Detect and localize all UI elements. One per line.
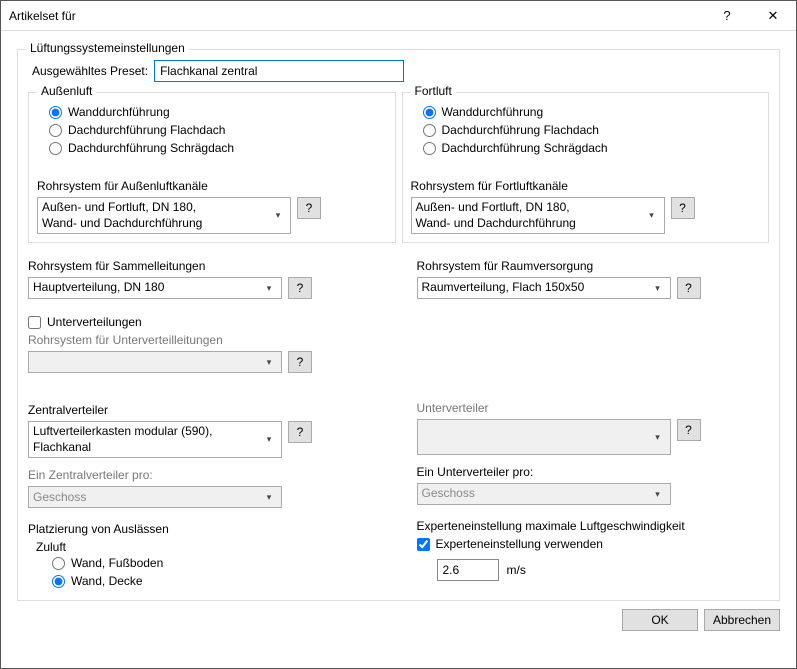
untervert-help[interactable]: ? [677,419,701,441]
zuluft-radio-1[interactable] [52,557,65,570]
chevron-down-icon: ▾ [261,357,277,368]
zuluft-opt-fussboden[interactable]: Wand, Fußboden [28,554,381,572]
chevron-down-icon: ▾ [650,432,666,443]
platz-title: Platzierung von Auslässen [28,522,381,536]
untervert-per-combo: Geschoss ▾ [417,483,671,505]
aussenluft-group: Außenluft Wanddurchführung Dachdurchführ… [28,92,396,243]
untervert-combo: ▾ [417,419,671,455]
aussenluft-opt-wand[interactable]: Wanddurchführung [37,103,387,121]
raum-label: Rohrsystem für Raumversorgung [417,259,770,273]
titlebar: Artikelset für ? ✕ [1,1,796,31]
dialog-content: Lüftungssystemeinstellungen Ausgewähltes… [1,31,796,639]
unterv-pipe-combo: ▾ [28,351,282,373]
chevron-down-icon: ▾ [261,492,277,503]
sammel-help[interactable]: ? [288,277,312,299]
fortluft-pipe-help[interactable]: ? [671,197,695,219]
unterv-pipe-help[interactable]: ? [288,351,312,373]
expert-unit: m/s [507,563,526,577]
sammel-combo[interactable]: Hauptverteilung, DN 180 ▾ [28,277,282,299]
chevron-down-icon: ▾ [650,489,666,500]
fortluft-pipe-label: Rohrsystem für Fortluftkanäle [411,179,761,193]
aussenluft-radio-1[interactable] [49,106,62,119]
expert-title: Experteneinstellung maximale Luftgeschwi… [417,519,770,533]
fortluft-label: Fortluft [411,84,456,98]
fortluft-opt-flach[interactable]: Dachdurchführung Flachdach [411,121,761,139]
zentral-per-combo: Geschoss ▾ [28,486,282,508]
close-button[interactable]: ✕ [750,1,796,31]
expert-check[interactable]: Experteneinstellung verwenden [417,537,770,551]
unterv-pipe-label: Rohrsystem für Unterverteilleitungen [28,333,381,347]
expert-value-input[interactable] [437,559,499,581]
aussenluft-label: Außenluft [37,84,96,98]
zuluft-opt-decke[interactable]: Wand, Decke [28,572,381,590]
zentral-combo[interactable]: Luftverteilerkasten modular (590), Flach… [28,421,282,458]
settings-group: Lüftungssystemeinstellungen Ausgewähltes… [17,49,780,601]
help-titlebar-button[interactable]: ? [704,1,750,31]
untervert-label: Unterverteiler [417,401,770,415]
aussenluft-opt-schraeg[interactable]: Dachdurchführung Schrägdach [37,139,387,157]
zentral-help[interactable]: ? [288,421,312,443]
preset-input[interactable] [154,60,404,82]
unterverteilungen-checkbox[interactable] [28,316,41,329]
ok-button[interactable]: OK [622,609,698,631]
aussenluft-pipe-label: Rohrsystem für Außenluftkanäle [37,179,387,193]
chevron-down-icon: ▾ [261,283,277,294]
aussenluft-radio-3[interactable] [49,142,62,155]
fortluft-group: Fortluft Wanddurchführung Dachdurchführu… [402,92,770,243]
unterverteilungen-check[interactable]: Unterverteilungen [28,315,381,329]
fortluft-pipe-combo[interactable]: Außen- und Fortluft, DN 180, Wand- und D… [411,197,665,234]
aussenluft-pipe-help[interactable]: ? [297,197,321,219]
fortluft-opt-wand[interactable]: Wanddurchführung [411,103,761,121]
zentral-label: Zentralverteiler [28,403,381,417]
settings-group-label: Lüftungssystemeinstellungen [26,41,189,55]
chevron-down-icon: ▾ [644,210,660,221]
chevron-down-icon: ▾ [270,210,286,221]
zuluft-radio-2[interactable] [52,575,65,588]
raum-combo[interactable]: Raumverteilung, Flach 150x50 ▾ [417,277,671,299]
aussenluft-radio-2[interactable] [49,124,62,137]
zuluft-label: Zuluft [28,540,381,554]
sammel-label: Rohrsystem für Sammelleitungen [28,259,381,273]
preset-label: Ausgewähltes Preset: [32,64,148,78]
fortluft-radio-1[interactable] [423,106,436,119]
aussenluft-opt-flach[interactable]: Dachdurchführung Flachdach [37,121,387,139]
raum-help[interactable]: ? [677,277,701,299]
fortluft-radio-3[interactable] [423,142,436,155]
untervert-per-label: Ein Unterverteiler pro: [417,465,770,479]
window-title: Artikelset für [9,9,704,23]
fortluft-radio-2[interactable] [423,124,436,137]
cancel-button[interactable]: Abbrechen [704,609,780,631]
chevron-down-icon: ▾ [650,283,666,294]
chevron-down-icon: ▾ [261,434,277,445]
expert-checkbox[interactable] [417,538,430,551]
fortluft-opt-schraeg[interactable]: Dachdurchführung Schrägdach [411,139,761,157]
aussenluft-pipe-combo[interactable]: Außen- und Fortluft, DN 180, Wand- und D… [37,197,291,234]
zentral-per-label: Ein Zentralverteiler pro: [28,468,381,482]
